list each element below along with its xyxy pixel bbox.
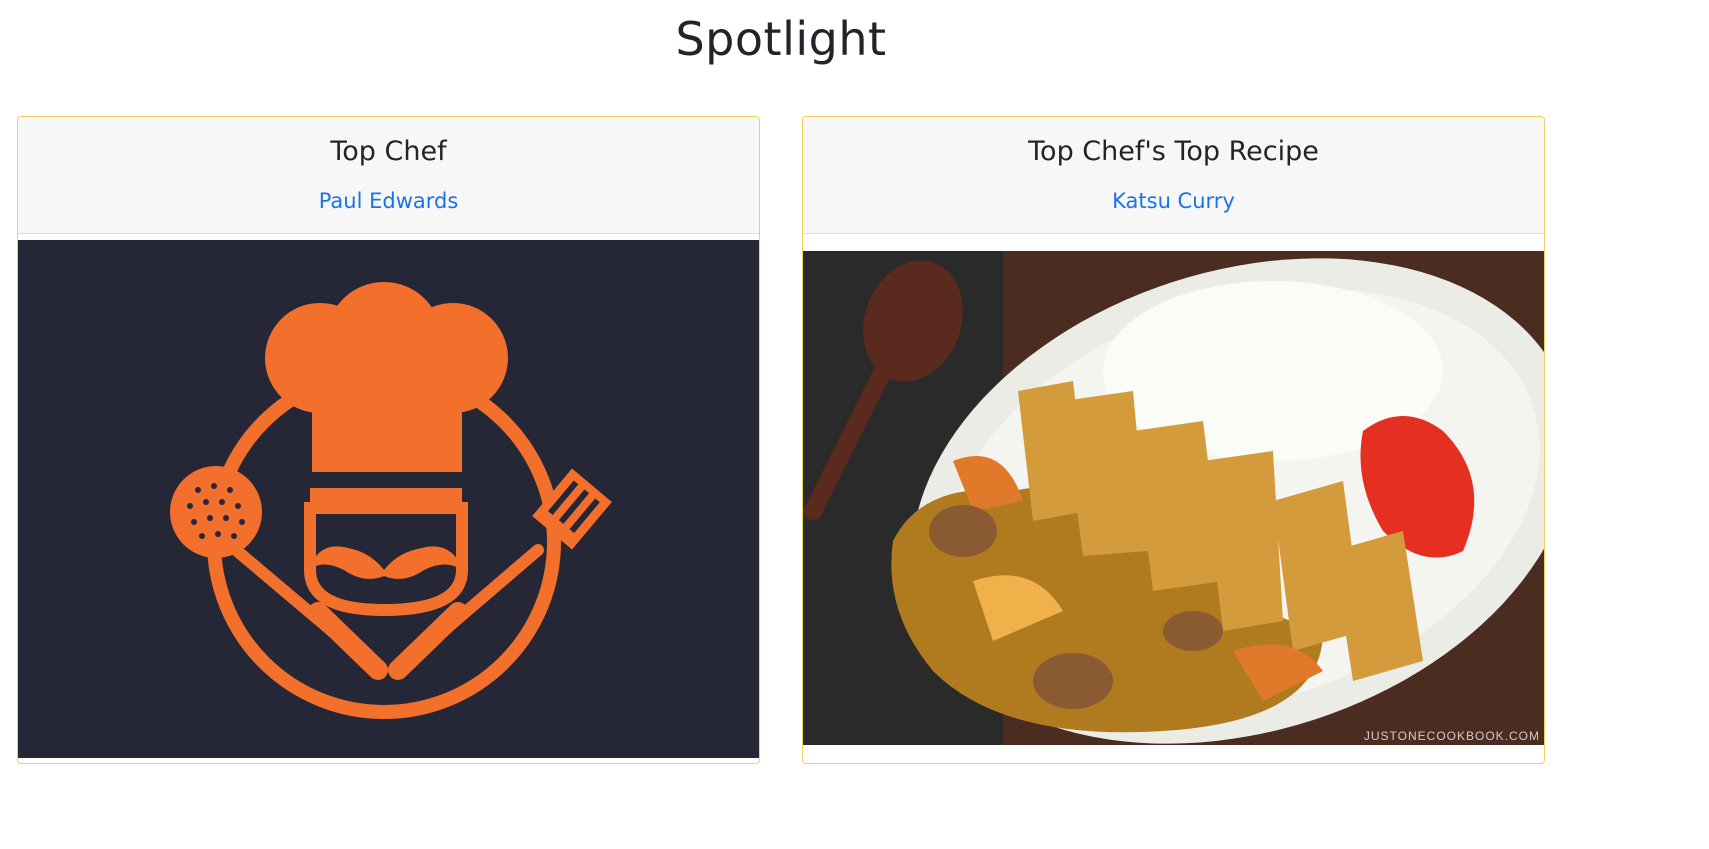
photo-watermark: JUSTONECOOKBOOK.COM xyxy=(1363,729,1540,743)
card-title: Top Chef xyxy=(330,136,447,167)
card-header: Top Chef's Top Recipe Katsu Curry xyxy=(803,117,1544,234)
katsu-curry-photo xyxy=(803,251,1544,745)
card-title: Top Chef's Top Recipe xyxy=(1028,136,1319,167)
top-chef-card: Top Chef Paul Edwards xyxy=(17,116,760,764)
top-recipe-name-link[interactable]: Katsu Curry xyxy=(803,189,1544,213)
top-recipe-card: Top Chef's Top Recipe Katsu Curry JUSTON… xyxy=(802,116,1545,764)
chef-logo-icon xyxy=(170,282,612,719)
page-title: Spotlight xyxy=(675,12,887,66)
top-chef-name-link[interactable]: Paul Edwards xyxy=(18,189,759,213)
chef-logo-image[interactable] xyxy=(18,240,759,758)
card-header: Top Chef Paul Edwards xyxy=(18,117,759,234)
katsu-curry-image[interactable]: JUSTONECOOKBOOK.COM xyxy=(803,251,1544,745)
